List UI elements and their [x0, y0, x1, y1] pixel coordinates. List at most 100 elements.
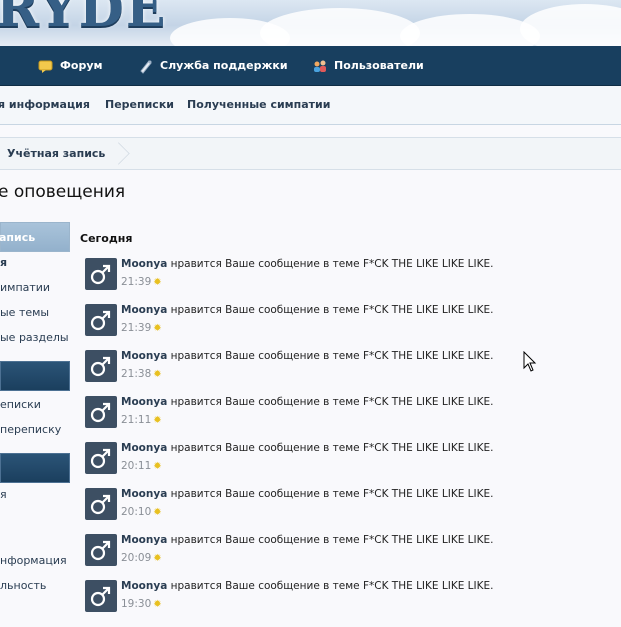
sidebar-section-conversations — [0, 361, 70, 391]
male-symbol-icon — [90, 402, 111, 423]
breadcrumb-arrow-icon — [107, 142, 130, 165]
cloud-decoration — [520, 4, 621, 46]
avatar[interactable] — [85, 258, 117, 290]
alert-timestamp: 21:38 — [121, 368, 152, 380]
avatar[interactable] — [85, 350, 117, 382]
nav-support-label: Служба поддержки — [160, 59, 288, 72]
alert-text: Moonya нравится Ваше сообщение в теме F*… — [121, 350, 493, 362]
alert-time: 21:38 ✹ — [121, 368, 162, 380]
male-symbol-icon — [90, 586, 111, 607]
avatar[interactable] — [85, 304, 117, 336]
male-symbol-icon — [90, 310, 111, 331]
alert-message[interactable]: нравится Ваше сообщение в теме F*CK THE … — [171, 396, 494, 408]
male-symbol-icon — [90, 264, 111, 285]
nav-users-label: Пользователи — [334, 59, 424, 72]
avatar[interactable] — [85, 534, 117, 566]
sidebar-link-information[interactable]: нформация — [0, 554, 67, 567]
forum-icon — [38, 58, 54, 74]
alert-username[interactable]: Moonya — [121, 580, 167, 592]
subnav-personal-info[interactable]: я информация — [0, 98, 90, 111]
sidebar-link-alerts[interactable]: я — [0, 256, 7, 269]
nav-forum[interactable]: Форум — [38, 46, 103, 85]
alert-timestamp: 20:11 — [121, 460, 152, 472]
avatar[interactable] — [85, 488, 117, 520]
new-star-icon: ✹ — [153, 599, 162, 610]
alert-message[interactable]: нравится Ваше сообщение в теме F*CK THE … — [171, 304, 494, 316]
avatar[interactable] — [85, 442, 117, 474]
alert-text: Moonya нравится Ваше сообщение в теме F*… — [121, 258, 493, 270]
alert-time: 20:10 ✹ — [121, 506, 162, 518]
new-star-icon: ✹ — [153, 277, 162, 288]
main-nav: Форум Служба поддержки Пользователи — [0, 46, 621, 86]
subnav-received-likes[interactable]: Полученные симпатии — [187, 98, 330, 111]
page-title: е оповещения — [0, 182, 126, 202]
alert-time: 21:39 ✹ — [121, 276, 162, 288]
nav-users[interactable]: Пользователи — [312, 46, 424, 85]
new-star-icon: ✹ — [153, 461, 162, 472]
alert-message[interactable]: нравится Ваше сообщение в теме F*CK THE … — [171, 488, 494, 500]
alert-username[interactable]: Moonya — [121, 304, 167, 316]
sub-nav: я информация Переписки Полученные симпат… — [0, 86, 621, 125]
cloud-decoration — [400, 14, 540, 46]
alert-item: Moonya нравится Ваше сообщение в теме F*… — [85, 396, 585, 436]
alert-text: Moonya нравится Ваше сообщение в теме F*… — [121, 304, 493, 316]
new-star-icon: ✹ — [153, 369, 162, 380]
new-star-icon: ✹ — [153, 507, 162, 518]
avatar[interactable] — [85, 580, 117, 612]
avatar[interactable] — [85, 396, 117, 428]
alerts-date-heading: Сегодня — [80, 232, 133, 245]
alert-item: Moonya нравится Ваше сообщение в теме F*… — [85, 258, 585, 298]
sidebar-link-privacy[interactable]: льность — [0, 579, 46, 592]
sidebar-link-conversations[interactable]: еписки — [0, 398, 41, 411]
alert-time: 21:39 ✹ — [121, 322, 162, 334]
subnav-conversations[interactable]: Переписки — [105, 98, 174, 111]
sidebar-link-start-conversation[interactable]: переписку — [0, 423, 61, 436]
alert-message[interactable]: нравится Ваше сообщение в теме F*CK THE … — [171, 580, 494, 592]
sidebar-link-watched-forums[interactable]: ые разделы — [0, 331, 69, 344]
alert-text: Moonya нравится Ваше сообщение в теме F*… — [121, 580, 493, 592]
sidebar-link-watched-threads[interactable]: ые темы — [0, 306, 49, 319]
alert-item: Moonya нравится Ваше сообщение в теме F*… — [85, 442, 585, 482]
nav-forum-label: Форум — [60, 59, 103, 72]
support-icon — [138, 58, 154, 74]
site-logo[interactable]: RYDE — [0, 0, 167, 39]
alert-timestamp: 21:39 — [121, 322, 152, 334]
sidebar-section-account: апись — [0, 222, 70, 252]
alert-username[interactable]: Moonya — [121, 442, 167, 454]
alert-username[interactable]: Moonya — [121, 488, 167, 500]
alert-username[interactable]: Moonya — [121, 396, 167, 408]
nav-support[interactable]: Служба поддержки — [138, 46, 288, 85]
alert-username[interactable]: Moonya — [121, 258, 167, 270]
sidebar-link-likes[interactable]: импатии — [0, 281, 50, 294]
alert-username[interactable]: Moonya — [121, 534, 167, 546]
alert-timestamp: 19:30 — [121, 598, 152, 610]
new-star-icon: ✹ — [153, 553, 162, 564]
alert-time: 20:11 ✹ — [121, 460, 162, 472]
alert-timestamp: 20:09 — [121, 552, 152, 564]
alert-message[interactable]: нравится Ваше сообщение в теме F*CK THE … — [171, 534, 494, 546]
new-star-icon: ✹ — [153, 323, 162, 334]
male-symbol-icon — [90, 494, 111, 515]
alert-timestamp: 21:39 — [121, 276, 152, 288]
alert-text: Moonya нравится Ваше сообщение в теме F*… — [121, 442, 493, 454]
sidebar-link-settings-1[interactable]: я — [0, 488, 7, 501]
header-banner: RYDE — [0, 0, 621, 46]
breadcrumb-account[interactable]: Учётная запись — [7, 147, 105, 160]
alert-username[interactable]: Moonya — [121, 350, 167, 362]
mouse-cursor-icon — [523, 351, 537, 372]
sidebar-section-settings — [0, 453, 70, 483]
new-star-icon: ✹ — [153, 415, 162, 426]
male-symbol-icon — [90, 356, 111, 377]
alert-timestamp: 21:11 — [121, 414, 152, 426]
alert-item: Moonya нравится Ваше сообщение в теме F*… — [85, 534, 585, 574]
alert-message[interactable]: нравится Ваше сообщение в теме F*CK THE … — [171, 258, 494, 270]
alert-time: 21:11 ✹ — [121, 414, 162, 426]
alert-text: Moonya нравится Ваше сообщение в теме F*… — [121, 488, 493, 500]
alert-message[interactable]: нравится Ваше сообщение в теме F*CK THE … — [171, 350, 494, 362]
cloud-decoration — [260, 8, 420, 46]
alert-item: Moonya нравится Ваше сообщение в теме F*… — [85, 488, 585, 528]
sidebar-section-label: апись — [0, 231, 36, 244]
alert-message[interactable]: нравится Ваше сообщение в теме F*CK THE … — [171, 442, 494, 454]
alert-item: Moonya нравится Ваше сообщение в теме F*… — [85, 350, 585, 390]
alert-time: 19:30 ✹ — [121, 598, 162, 610]
